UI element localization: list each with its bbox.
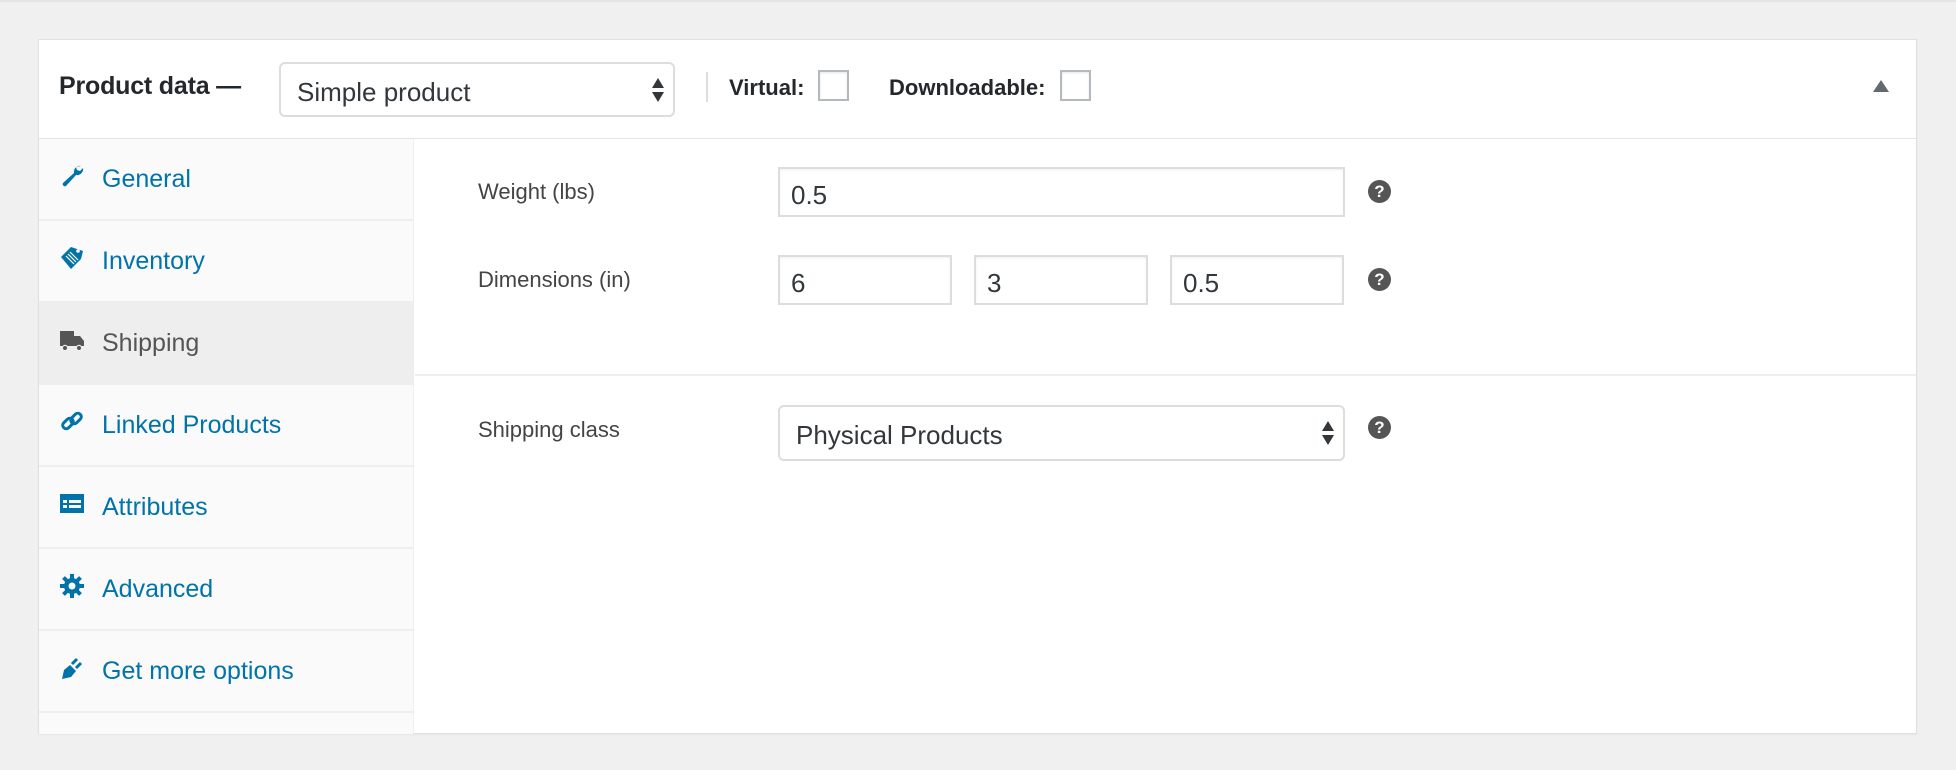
product-type-value: Simple product <box>297 77 471 107</box>
tab-general[interactable]: General <box>39 139 413 221</box>
select-arrows-icon <box>651 78 665 104</box>
wrench-icon <box>62 165 84 187</box>
tab-label: Get more options <box>102 657 294 685</box>
weight-input[interactable]: 0.5 <box>778 167 1345 217</box>
panel-header: Product data — Simple product Virtual: D… <box>39 40 1916 139</box>
tag-icon <box>61 247 83 269</box>
link-icon <box>61 411 83 431</box>
weight-label: Weight (lbs) <box>478 179 595 204</box>
shipping-class-label: Shipping class <box>478 417 620 442</box>
page-top-edge <box>0 0 1956 2</box>
product-data-panel: Product data — Simple product Virtual: D… <box>38 39 1917 734</box>
collapse-toggle-icon[interactable] <box>1873 80 1889 92</box>
tab-label: Advanced <box>102 575 214 603</box>
tab-advanced[interactable]: Advanced <box>39 549 413 631</box>
list-card-icon <box>60 494 84 513</box>
tab-label: Shipping <box>102 329 200 357</box>
height-value: 0.5 <box>1183 268 1220 298</box>
tab-linked-products[interactable]: Linked Products <box>39 385 413 467</box>
header-divider <box>706 72 708 102</box>
length-value: 6 <box>791 268 806 298</box>
panel-title: Product data — <box>59 72 241 100</box>
tabs-footer <box>39 713 413 733</box>
dimensions-help-icon[interactable]: ? <box>1368 268 1391 291</box>
height-input[interactable]: 0.5 <box>1170 255 1344 305</box>
tab-get-more-options[interactable]: Get more options <box>39 631 413 713</box>
downloadable-label: Downloadable: <box>889 75 1046 100</box>
tab-attributes[interactable]: Attributes <box>39 467 413 549</box>
tab-shipping[interactable]: Shipping <box>39 303 413 385</box>
tab-inventory[interactable]: Inventory <box>39 221 413 303</box>
width-value: 3 <box>987 268 1002 298</box>
product-type-select[interactable]: Simple product <box>279 62 675 117</box>
length-input[interactable]: 6 <box>778 255 952 305</box>
weight-value: 0.5 <box>791 180 828 210</box>
tab-label: General <box>102 165 191 193</box>
virtual-label: Virtual: <box>729 75 805 100</box>
virtual-checkbox[interactable] <box>818 70 849 101</box>
tab-label: Attributes <box>102 493 208 521</box>
tab-label: Inventory <box>102 247 205 275</box>
section-divider <box>415 374 1916 376</box>
plugin-icon <box>62 657 83 679</box>
weight-help-icon[interactable]: ? <box>1368 180 1391 203</box>
shipping-class-help-icon[interactable]: ? <box>1368 416 1391 439</box>
width-input[interactable]: 3 <box>974 255 1148 305</box>
truck-icon <box>60 331 84 352</box>
select-arrows-icon <box>1321 421 1335 447</box>
downloadable-checkbox[interactable] <box>1060 70 1091 101</box>
shipping-class-value: Physical Products <box>796 420 1003 450</box>
shipping-class-select[interactable]: Physical Products <box>778 405 1345 461</box>
dimensions-label: Dimensions (in) <box>478 267 631 292</box>
product-data-tabs: General Inventory Shipping Linked Produc… <box>39 139 414 734</box>
tab-label: Linked Products <box>102 411 282 439</box>
shipping-panel: Weight (lbs) 0.5 ? Dimensions (in) 6 3 0… <box>415 139 1916 734</box>
gear-icon <box>60 574 84 598</box>
